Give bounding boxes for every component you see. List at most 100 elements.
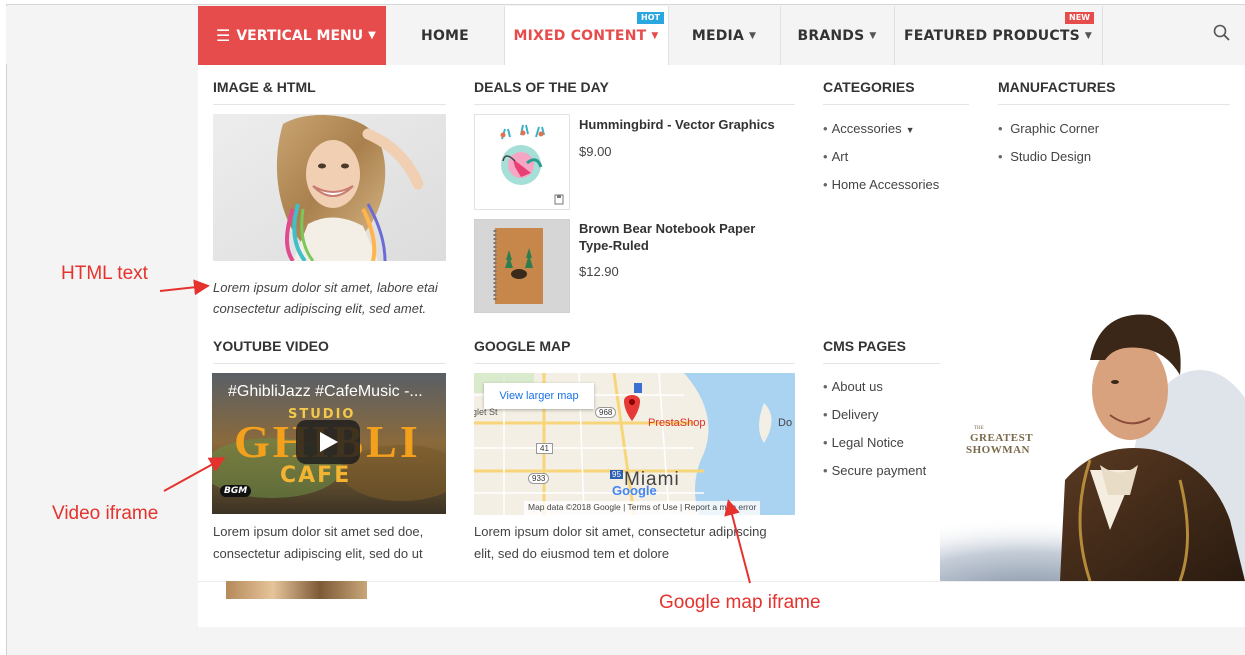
- cms-item-label: Delivery: [831, 407, 879, 422]
- manufacturer-item[interactable]: • Graphic Corner: [998, 115, 1099, 143]
- showman-banner-image[interactable]: THE GREATEST SHOWMAN: [940, 290, 1245, 581]
- title-underline: [998, 104, 1230, 105]
- manufacturer-item[interactable]: • Studio Design: [998, 143, 1099, 171]
- annotation-video-iframe: Video iframe: [52, 503, 159, 524]
- category-item-art[interactable]: • Art: [823, 143, 939, 171]
- annotation-google-map-iframe: Google map iframe: [659, 592, 821, 613]
- map-road-shield: 933: [528, 473, 550, 484]
- bullet-icon: •: [823, 407, 828, 422]
- title-underline: [474, 363, 795, 364]
- title-underline: [474, 104, 795, 105]
- video-cafe-text: CAFE: [280, 463, 352, 488]
- cms-item-legal-notice[interactable]: • Legal Notice: [823, 429, 926, 457]
- map-street-label: glet St: [474, 407, 498, 417]
- annotation-html-text: HTML text: [61, 263, 148, 284]
- category-label: Art: [831, 149, 849, 164]
- product-name[interactable]: Hummingbird - Vector Graphics: [579, 116, 775, 133]
- category-item-accessories[interactable]: • Accessories ▼: [823, 115, 939, 143]
- poster-title-the: THE: [974, 426, 984, 431]
- view-larger-map-link[interactable]: View larger map: [484, 383, 594, 409]
- map-area-label: Do: [778, 417, 793, 429]
- product-thumbnail[interactable]: [474, 114, 570, 210]
- bullet-icon: •: [823, 379, 828, 394]
- new-badge: NEW: [1065, 12, 1094, 24]
- bullet-icon: •: [823, 463, 828, 478]
- poster-title-showman: SHOWMAN: [966, 444, 1030, 456]
- google-map-title: GOOGLE MAP: [474, 338, 571, 354]
- categories-list: • Accessories ▼ • Art • Home Accessories: [823, 115, 939, 199]
- caret-down-icon: ▼: [749, 30, 757, 41]
- search-icon[interactable]: [1213, 24, 1231, 42]
- caret-down-icon: ▼: [651, 31, 659, 41]
- bullet-icon: •: [998, 121, 1003, 136]
- cms-item-label: About us: [831, 379, 883, 394]
- map-text-line-2: elit, sed do eiusmod tem et dolore: [474, 546, 670, 561]
- menu-item-home-label: HOME: [421, 27, 469, 44]
- cms-item-secure-payment[interactable]: • Secure payment: [823, 457, 926, 485]
- cms-item-label: Secure payment: [831, 463, 927, 478]
- cms-pages-list: • About us • Delivery • Legal Notice • Secur…: [823, 373, 926, 485]
- product-name-line-2[interactable]: Type-Ruled: [579, 237, 649, 254]
- menu-divider: [1102, 6, 1103, 65]
- product-thumbnail[interactable]: [474, 219, 570, 313]
- map-place-label: PrestaShop: [648, 417, 706, 429]
- cms-pages-title: CMS PAGES: [823, 338, 906, 354]
- manufactures-title: MANUFACTURES: [998, 79, 1116, 95]
- categories-title: CATEGORIES: [823, 79, 915, 95]
- vertical-menu-label: VERTICAL MENU: [236, 27, 364, 44]
- category-label: Home Accessories: [831, 177, 940, 192]
- menu-item-media[interactable]: MEDIA ▼: [668, 6, 780, 65]
- google-map-iframe[interactable]: View larger map glet St 968 41 933 95 Pr…: [474, 373, 795, 515]
- video-bgm-logo: BGM: [220, 485, 252, 497]
- bullet-icon: •: [823, 177, 828, 192]
- menu-item-mixed-content-label: MIXED CONTENT: [513, 28, 647, 44]
- manufactures-list: • Graphic Corner • Studio Design: [998, 115, 1099, 171]
- menu-divider: [780, 6, 781, 65]
- product-price: $12.90: [579, 264, 619, 279]
- bullet-icon: •: [998, 149, 1003, 164]
- bullet-icon: •: [823, 149, 828, 164]
- caret-down-icon: ▼: [869, 30, 877, 41]
- map-attribution[interactable]: Map data ©2018 Google | Terms of Use | R…: [524, 501, 761, 515]
- menu-divider: [668, 6, 669, 65]
- cms-item-delivery[interactable]: • Delivery: [823, 401, 926, 429]
- bullet-icon: •: [823, 121, 828, 136]
- category-label: Accessories: [831, 121, 902, 136]
- map-road-shield: 968: [595, 407, 617, 418]
- background-image-fragment: [226, 581, 367, 599]
- woman-photo[interactable]: [213, 114, 446, 261]
- poster-title-greatest: GREATEST: [970, 432, 1034, 444]
- menu-item-brands-label: BRANDS: [797, 27, 865, 44]
- menu-item-featured-products-label: FEATURED PRODUCTS: [904, 27, 1080, 44]
- html-text-line-2: consectetur adipiscing elit, sed amet.: [213, 301, 427, 316]
- menu-item-media-label: MEDIA: [691, 27, 745, 44]
- video-title: #GhibliJazz #CafeMusic -...: [228, 383, 423, 400]
- youtube-title: YOUTUBE VIDEO: [213, 338, 329, 354]
- html-text-line-1: Lorem ipsum dolor sit amet, labore etai: [213, 280, 438, 295]
- menu-item-brands[interactable]: BRANDS ▼: [780, 6, 894, 65]
- caret-down-icon: ▼: [1084, 30, 1092, 41]
- manufacturer-label: Graphic Corner: [1010, 121, 1100, 136]
- play-icon[interactable]: [296, 420, 360, 464]
- image-html-title: IMAGE & HTML: [213, 79, 316, 95]
- title-underline: [213, 104, 446, 105]
- menu-divider: [894, 6, 895, 65]
- caret-down-icon: ▼: [368, 30, 376, 41]
- category-item-home-accessories[interactable]: • Home Accessories: [823, 171, 939, 199]
- bullet-icon: •: [823, 435, 828, 450]
- video-text-line-1: Lorem ipsum dolor sit amet sed doe,: [213, 524, 424, 539]
- video-text-line-2: consectetur adipiscing elit, sed do ut: [213, 546, 423, 561]
- map-road-shield: 41: [536, 443, 553, 454]
- vertical-menu-button[interactable]: ☰ VERTICAL MENU ▼: [198, 6, 386, 65]
- product-name-line-1[interactable]: Brown Bear Notebook Paper: [579, 220, 755, 237]
- menu-divider: [504, 6, 505, 65]
- hot-badge: HOT: [637, 12, 664, 24]
- product-price: $9.00: [579, 144, 612, 159]
- menu-item-home[interactable]: HOME: [386, 6, 504, 65]
- map-interstate-shield: 95: [610, 470, 623, 479]
- map-text-line-1: Lorem ipsum dolor sit amet, consectetur …: [474, 524, 767, 539]
- cms-item-about-us[interactable]: • About us: [823, 373, 926, 401]
- google-logo: Google: [612, 483, 657, 498]
- title-underline: [823, 104, 969, 105]
- caret-down-icon: ▼: [905, 125, 915, 135]
